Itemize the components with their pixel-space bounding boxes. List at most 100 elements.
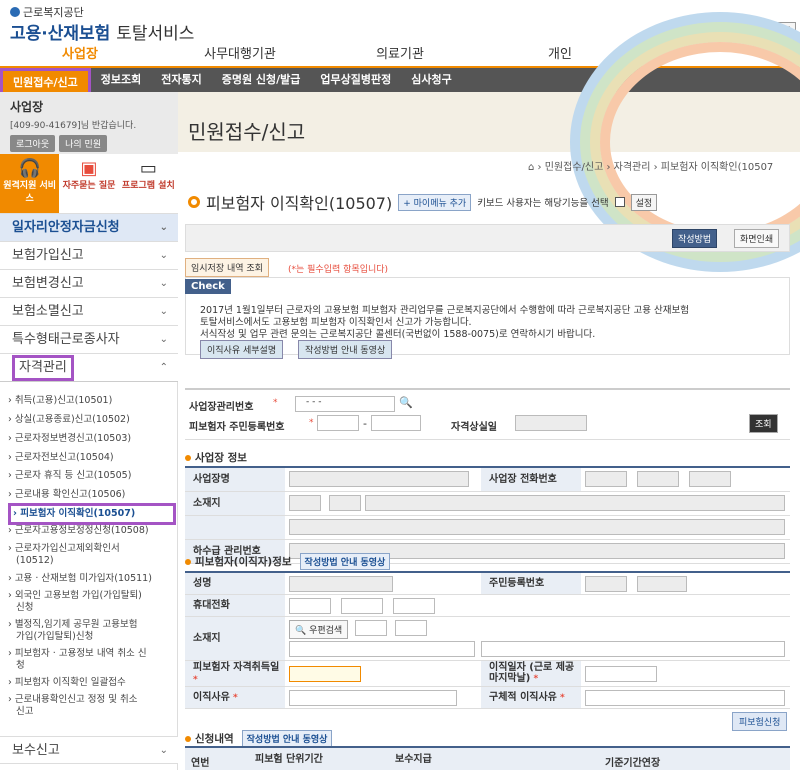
chevron-down-icon: ⌄ bbox=[159, 306, 168, 317]
headset-icon: 🎧 bbox=[18, 158, 41, 179]
submenu-10511[interactable]: › 고용 · 산재보험 미가입자(10511) bbox=[8, 573, 174, 585]
search-icon[interactable]: 🔍 bbox=[399, 396, 413, 409]
submenu-cancel-line2: 청 bbox=[16, 660, 25, 671]
menu-change[interactable]: 보험변경신고 ⌄ bbox=[0, 270, 178, 298]
mypage-button[interactable]: 나의 민원 bbox=[59, 135, 108, 152]
bullet-icon bbox=[185, 454, 191, 461]
session-label: 접속시간 bbox=[667, 22, 711, 39]
logout-button[interactable]: 로그아웃 bbox=[10, 135, 56, 152]
check-box: 2017년 1월1일부터 근로자의 고용보험 피보험자 관리업무를 근로복지공단… bbox=[185, 277, 790, 359]
query-button[interactable]: 조회 bbox=[749, 414, 778, 433]
submenu-bulk[interactable]: › 피보험자 이직확인 일괄접수 bbox=[8, 677, 174, 689]
submenu-10501[interactable]: › 취득(고용)신고(10501) bbox=[8, 395, 174, 407]
submenu-10503[interactable]: › 근로자정보변경신고(10503) bbox=[8, 433, 174, 445]
chevron-down-icon: ⌄ bbox=[159, 334, 168, 345]
leave-date-input[interactable] bbox=[585, 666, 657, 682]
leave-reason-button[interactable]: 이직사유 세부설명 bbox=[200, 340, 284, 359]
logo-icon bbox=[10, 7, 20, 17]
print-button[interactable]: 화면인쇄 bbox=[734, 229, 780, 248]
keyboard-checkbox[interactable] bbox=[614, 197, 625, 207]
submenu-10507[interactable]: › 피보험자 이직확인(10507) bbox=[8, 503, 176, 525]
business-table: 사업장명 사업장 전화번호 소재지 하수급 관리번호 bbox=[185, 466, 790, 564]
bullet-icon bbox=[185, 735, 191, 742]
required-note: (*는 필수입력 항목입니다) bbox=[288, 265, 389, 275]
extend-button[interactable]: 연장 bbox=[769, 22, 796, 39]
chat-icon: ▣ bbox=[80, 158, 98, 179]
submenu-10508[interactable]: › 근로자고용정보정정신청(10508) bbox=[8, 525, 174, 537]
left-sidebar: 사업장 [409-90-41679]님 반갑습니다. 로그아웃 나의 민원 🎧 원격… bbox=[0, 92, 178, 770]
temp-save-button[interactable]: 임시저장 내역 조회 bbox=[185, 258, 269, 277]
submenu-official-line2: 가입(가입탈퇴)신청 bbox=[16, 631, 94, 642]
page-title: 피보험자 이직확인(10507) + 마이메뉴 추가 키보드 사용자는 해당기능… bbox=[188, 190, 658, 214]
home-icon: ⌂ › bbox=[528, 162, 545, 173]
reason-select[interactable] bbox=[289, 690, 457, 706]
search-icon: 🔍 bbox=[295, 626, 307, 636]
tab-agency[interactable]: 사무대행기관 bbox=[160, 44, 320, 66]
menu-job-stability[interactable]: 일자리안정자금신청 ⌄ bbox=[0, 214, 178, 242]
header: 근로복지공단 고용·산재보험 토탈서비스 접속시간 ◷ 59:28 연장 bbox=[0, 0, 800, 44]
setting-button[interactable]: 설정 bbox=[630, 193, 658, 211]
site-title[interactable]: 고용·산재보험 토탈서비스 bbox=[10, 19, 194, 44]
menu-join[interactable]: 보험가입신고 ⌄ bbox=[0, 242, 178, 270]
menu-special[interactable]: 특수형태근로종사자 ⌄ bbox=[0, 326, 178, 354]
menu-qualification[interactable]: 자격관리 ⌃ bbox=[0, 354, 178, 382]
faq-button[interactable]: ▣ 자주묻는 질문 bbox=[59, 154, 119, 213]
chevron-down-icon: ⌄ bbox=[159, 250, 168, 261]
menu-pay[interactable]: 보수신고 ⌄ bbox=[0, 736, 178, 764]
biz-no-input[interactable]: - - - bbox=[295, 396, 395, 412]
subnav-notice[interactable]: 전자통지 bbox=[151, 68, 211, 92]
section-insured: 피보험자(이직자)정보 작성방법 안내 동영상 bbox=[185, 553, 391, 570]
subnav-info[interactable]: 정보조회 bbox=[91, 68, 151, 92]
detail-input[interactable] bbox=[585, 690, 785, 706]
user-id: [409-90-41679]님 반갑습니다. bbox=[10, 121, 137, 131]
ring-icon bbox=[188, 196, 200, 208]
submenu-cancel[interactable]: › 피보험자 · 고용정보 내역 취소 신 bbox=[8, 648, 174, 660]
acq-date-input[interactable] bbox=[289, 666, 361, 682]
timer-value: 59:28 bbox=[727, 23, 766, 38]
tab-business[interactable]: 사업장 bbox=[0, 44, 160, 66]
submenu-10502[interactable]: › 상실(고용종료)신고(10502) bbox=[8, 414, 174, 426]
submenu-official[interactable]: › 별정직,임기제 공무원 고용보험 bbox=[8, 619, 174, 631]
zip-search-button[interactable]: 🔍 우편검색 bbox=[289, 620, 349, 639]
chevron-up-icon: ⌃ bbox=[159, 362, 168, 373]
submenu-correction[interactable]: › 근로내용확인신고 정정 및 취소 bbox=[8, 694, 174, 706]
insured-video-button[interactable]: 작성방법 안내 동영상 bbox=[299, 553, 391, 570]
check-label: Check bbox=[185, 279, 231, 294]
session-timer: 접속시간 ◷ 59:28 연장 bbox=[667, 22, 796, 39]
menu-extinct[interactable]: 보험소멸신고 ⌄ bbox=[0, 298, 178, 326]
bullet-icon bbox=[185, 558, 191, 565]
mobile-2-input[interactable] bbox=[341, 598, 383, 614]
tab-medical[interactable]: 의료기관 bbox=[320, 44, 480, 66]
loss-date-input[interactable] bbox=[515, 415, 587, 431]
resident-front-input[interactable] bbox=[317, 415, 359, 431]
write-method-button[interactable]: 작성방법 bbox=[672, 229, 718, 248]
submenu-10504[interactable]: › 근로자전보신고(10504) bbox=[8, 452, 174, 464]
submenu-10512[interactable]: › 근로자가입신고제외확인서 bbox=[8, 543, 174, 555]
resident-back-input[interactable] bbox=[371, 415, 421, 431]
history-video-button[interactable]: 작성방법 안내 동영상 bbox=[241, 730, 333, 747]
program-install-button[interactable]: ▭ 프로그램 설치 bbox=[118, 154, 178, 213]
submenu-10505[interactable]: › 근로자 휴직 등 신고(10505) bbox=[8, 470, 174, 482]
submenu-foreigner-line2: 신청 bbox=[16, 602, 34, 613]
org-logo: 근로복지공단 bbox=[10, 4, 84, 20]
submenu-correction-line2: 신고 bbox=[16, 706, 34, 717]
breadcrumb: ⌂ › 민원접수/신고 › 자격관리 › 피보험자 이직확인(10507 bbox=[528, 162, 774, 173]
section-business: 사업장 정보 bbox=[185, 450, 247, 465]
tab-personal[interactable]: 개인 bbox=[480, 44, 640, 66]
mobile-1-input[interactable] bbox=[289, 598, 331, 614]
submenu-10506[interactable]: › 근로내용 확인신고(10506) bbox=[8, 489, 174, 501]
subnav-cert[interactable]: 증명원 신청/발급 bbox=[212, 68, 311, 92]
chevron-down-icon: ⌄ bbox=[159, 745, 168, 756]
chevron-down-icon: ⌄ bbox=[159, 222, 168, 233]
mobile-3-input[interactable] bbox=[393, 598, 435, 614]
subnav-disease[interactable]: 업무상질병판정 bbox=[310, 68, 401, 92]
banner-title: 민원접수/신고 bbox=[188, 120, 306, 144]
subnav-review[interactable]: 심사청구 bbox=[401, 68, 461, 92]
video-guide-button[interactable]: 작성방법 안내 동영상 bbox=[298, 340, 393, 359]
remote-support-button[interactable]: 🎧 원격지원 서비스 bbox=[0, 154, 60, 213]
add-mymenu-button[interactable]: + 마이메뉴 추가 bbox=[398, 193, 472, 211]
history-button[interactable]: 피보험신청 bbox=[732, 712, 788, 731]
search-form: 사업장관리번호 * - - - 🔍 피보험자 주민등록번호 * - 자격상실일 조회 bbox=[185, 388, 790, 440]
chevron-down-icon: ⌄ bbox=[159, 278, 168, 289]
submenu-foreigner[interactable]: › 외국인 고용보험 가입(가입탈퇴) bbox=[8, 590, 174, 602]
